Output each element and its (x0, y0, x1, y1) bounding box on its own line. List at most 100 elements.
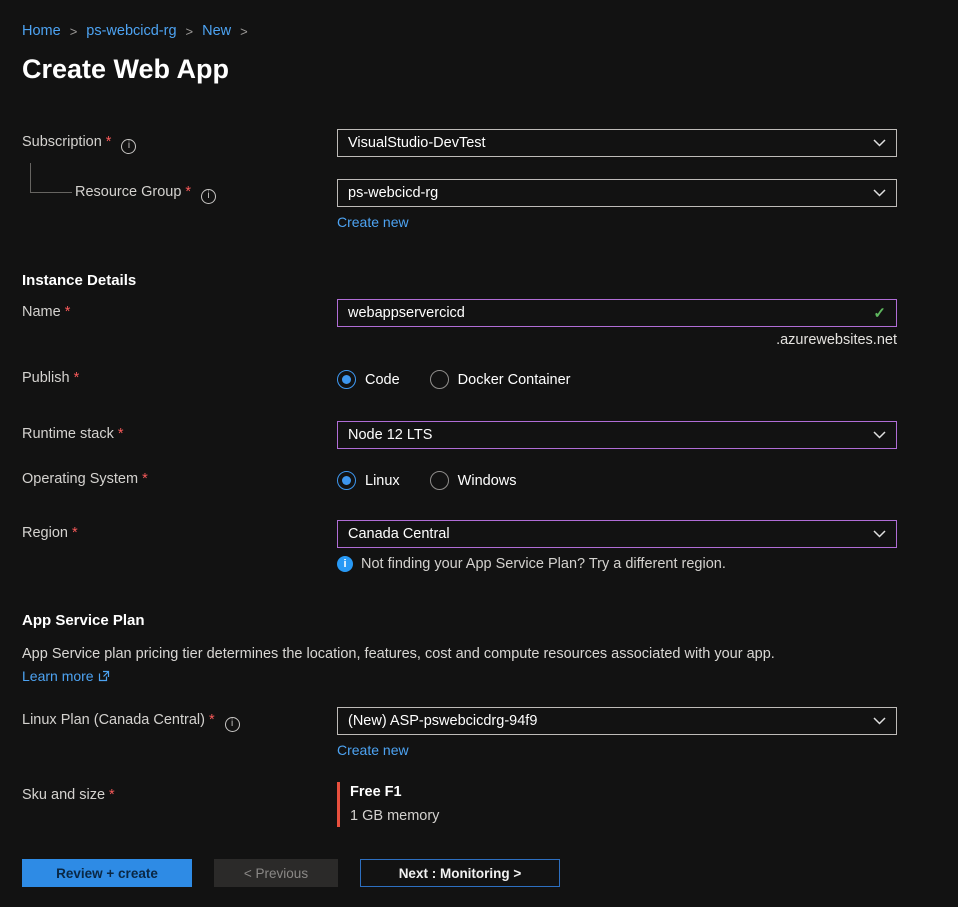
runtime-stack-dropdown[interactable]: Node 12 LTS (337, 421, 897, 449)
learn-more-link[interactable]: Learn more (22, 668, 110, 684)
info-icon[interactable]: i (225, 717, 240, 732)
required-asterisk: * (72, 525, 78, 541)
subscription-value: VisualStudio-DevTest (348, 135, 865, 151)
breadcrumb-new[interactable]: New (202, 23, 231, 39)
os-option-windows[interactable]: Windows (430, 471, 517, 490)
chevron-down-icon (873, 717, 886, 725)
region-row: Region* Canada Central i Not finding you… (22, 520, 897, 572)
create-new-resource-group-link[interactable]: Create new (337, 214, 409, 230)
learn-more-label: Learn more (22, 668, 94, 684)
chevron-down-icon (873, 431, 886, 439)
page-title: Create Web App (22, 53, 897, 85)
required-asterisk: * (118, 426, 124, 442)
operating-system-row: Operating System* Linux Windows (22, 469, 897, 491)
footer-actions: Review + create < Previous Next : Monito… (22, 859, 560, 887)
publish-option-docker[interactable]: Docker Container (430, 370, 571, 389)
publish-option-code[interactable]: Code (337, 370, 400, 389)
required-asterisk: * (185, 184, 191, 200)
app-service-plan-description: App Service plan pricing tier determines… (22, 646, 897, 663)
os-radio-group: Linux Windows (337, 469, 897, 491)
operating-system-label-text: Operating System (22, 471, 138, 487)
chevron-down-icon (873, 139, 886, 147)
publish-option-code-label: Code (365, 372, 400, 388)
domain-suffix: .azurewebsites.net (337, 332, 897, 348)
resource-group-row: Resource Group* i ps-webcicd-rg Create ne… (22, 179, 897, 232)
name-row: Name* webappservercicd ✓ .azurewebsites.… (22, 299, 897, 348)
required-asterisk: * (74, 370, 80, 386)
create-new-plan-link[interactable]: Create new (337, 742, 409, 758)
required-asterisk: * (106, 134, 112, 150)
info-icon: i (337, 556, 353, 572)
radio-unselected-icon (430, 471, 449, 490)
subscription-row: Subscription* i VisualStudio-DevTest (22, 129, 897, 157)
sku-summary: Free F1 1 GB memory (337, 782, 897, 827)
region-value: Canada Central (348, 526, 865, 542)
region-label: Region* (22, 520, 337, 541)
region-label-text: Region (22, 525, 68, 541)
radio-unselected-icon (430, 370, 449, 389)
tree-connector (30, 163, 72, 193)
region-info-line: i Not finding your App Service Plan? Try… (337, 556, 897, 572)
breadcrumb-resource-group[interactable]: ps-webcicd-rg (86, 23, 176, 39)
info-icon[interactable]: i (121, 139, 136, 154)
resource-group-value: ps-webcicd-rg (348, 185, 865, 201)
operating-system-label: Operating System* (22, 469, 337, 487)
create-web-app-blade: Home > ps-webcicd-rg > New > Create Web … (0, 0, 958, 907)
sku-label: Sku and size* (22, 782, 337, 803)
subscription-label: Subscription* i (22, 129, 337, 154)
name-value: webappservercicd (348, 305, 865, 321)
runtime-stack-row: Runtime stack* Node 12 LTS (22, 421, 897, 449)
chevron-down-icon (873, 189, 886, 197)
radio-selected-icon (337, 370, 356, 389)
region-info-text: Not finding your App Service Plan? Try a… (361, 556, 726, 572)
chevron-down-icon (873, 530, 886, 538)
linux-plan-row: Linux Plan (Canada Central)* i (New) ASP-… (22, 707, 897, 760)
breadcrumb: Home > ps-webcicd-rg > New > (22, 22, 897, 40)
runtime-stack-label-text: Runtime stack (22, 426, 114, 442)
runtime-stack-label: Runtime stack* (22, 421, 337, 442)
next-monitoring-button[interactable]: Next : Monitoring > (360, 859, 560, 887)
sku-memory: 1 GB memory (350, 808, 897, 824)
previous-button[interactable]: < Previous (214, 859, 338, 887)
required-asterisk: * (109, 787, 115, 803)
external-link-icon (98, 670, 110, 682)
resource-group-dropdown[interactable]: ps-webcicd-rg (337, 179, 897, 207)
resource-group-label: Resource Group* i (22, 179, 337, 204)
publish-radio-group: Code Docker Container (337, 368, 897, 390)
required-asterisk: * (142, 471, 148, 487)
subscription-label-text: Subscription (22, 134, 102, 150)
info-icon-glyph: i (128, 141, 130, 151)
os-option-linux[interactable]: Linux (337, 471, 400, 490)
info-icon[interactable]: i (201, 189, 216, 204)
review-create-button[interactable]: Review + create (22, 859, 192, 887)
breadcrumb-home[interactable]: Home (22, 23, 61, 39)
info-icon-glyph: i (231, 719, 233, 729)
name-label: Name* (22, 299, 337, 320)
name-input[interactable]: webappservercicd ✓ (337, 299, 897, 327)
resource-group-label-text: Resource Group (75, 184, 181, 200)
sku-row: Sku and size* Free F1 1 GB memory (22, 782, 897, 827)
breadcrumb-separator-icon: > (240, 24, 248, 39)
required-asterisk: * (209, 712, 215, 728)
info-icon-glyph: i (343, 558, 346, 570)
os-option-linux-label: Linux (365, 473, 400, 489)
region-dropdown[interactable]: Canada Central (337, 520, 897, 548)
sku-tier: Free F1 (350, 784, 897, 800)
linux-plan-label: Linux Plan (Canada Central)* i (22, 707, 337, 732)
radio-selected-icon (337, 471, 356, 490)
sku-label-text: Sku and size (22, 787, 105, 803)
runtime-stack-value: Node 12 LTS (348, 427, 865, 443)
app-service-plan-heading: App Service Plan (22, 612, 897, 629)
publish-label: Publish* (22, 368, 337, 386)
os-option-windows-label: Windows (458, 473, 517, 489)
info-icon-glyph: i (207, 191, 209, 201)
publish-option-docker-label: Docker Container (458, 372, 571, 388)
subscription-dropdown[interactable]: VisualStudio-DevTest (337, 129, 897, 157)
linux-plan-label-text: Linux Plan (Canada Central) (22, 712, 205, 728)
required-asterisk: * (65, 304, 71, 320)
publish-label-text: Publish (22, 370, 70, 386)
linux-plan-dropdown[interactable]: (New) ASP-pswebcicdrg-94f9 (337, 707, 897, 735)
publish-row: Publish* Code Docker Container (22, 368, 897, 390)
name-label-text: Name (22, 304, 61, 320)
breadcrumb-separator-icon: > (70, 24, 78, 39)
